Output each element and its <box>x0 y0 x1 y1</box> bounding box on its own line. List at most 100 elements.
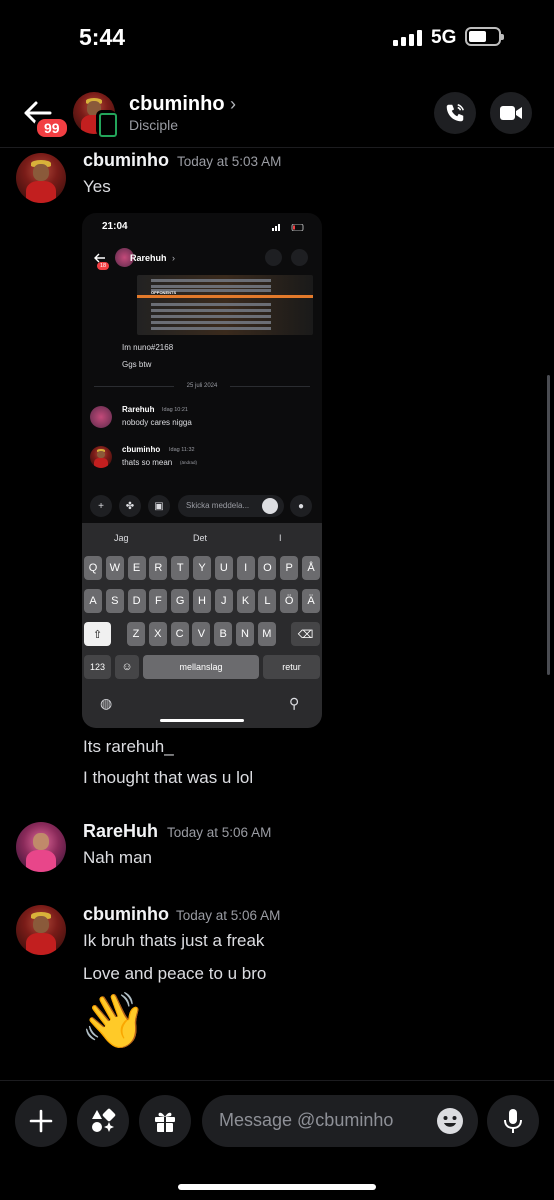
attachment-msg-edited: (ändrad) <box>180 460 198 465</box>
keyboard-key: S <box>105 589 124 613</box>
mobile-status-icon <box>96 110 117 137</box>
home-indicator[interactable] <box>178 1184 376 1190</box>
keyboard-key: O <box>258 556 277 580</box>
keyboard-delete-key: ⌫ <box>291 622 320 646</box>
message-composer: Message @cbuminho <box>0 1080 554 1200</box>
image-attachment[interactable]: 21:04 18 Rarehuh › OPPONENTS Im nuno#216… <box>82 213 322 728</box>
message-text: I thought that was u lol <box>83 768 254 787</box>
keyboard-key: U <box>214 556 233 580</box>
message-timestamp: Today at 5:03 AM <box>177 154 282 169</box>
game-scoreboard-image: OPPONENTS <box>137 275 313 335</box>
status-time: 5:44 <box>79 24 126 50</box>
chevron-right-icon[interactable]: › <box>230 94 236 115</box>
keyboard-key: G <box>171 589 190 613</box>
video-call-button[interactable] <box>490 92 532 134</box>
message-text: Nah man <box>83 848 152 867</box>
dm-header: 99 cbuminho › Disciple <box>0 80 554 148</box>
keyboard-key: N <box>236 622 254 646</box>
keyboard-key: J <box>214 589 233 613</box>
gift-icon <box>155 1112 175 1132</box>
keyboard-key: D <box>127 589 146 613</box>
message-author[interactable]: cbuminho <box>83 150 169 171</box>
keyboard-suggestion: I <box>279 533 282 543</box>
attachment-video-icon <box>291 249 308 266</box>
waving-hand-emoji: 👋 <box>80 991 148 1051</box>
avatar[interactable] <box>16 153 66 203</box>
keyboard-key: T <box>171 556 190 580</box>
keyboard-globe-icon: ◍ <box>100 695 113 711</box>
attachment-mic-icon: ● <box>290 495 312 517</box>
message-author[interactable]: RareHuh <box>83 821 158 842</box>
keyboard-key: Z <box>127 622 145 646</box>
message-text: Ik bruh thats just a freak <box>83 931 265 950</box>
message-input[interactable]: Message @cbuminho <box>202 1095 478 1147</box>
message-input-placeholder: Message @cbuminho <box>219 1110 394 1130</box>
keyboard-key: Ä <box>302 589 320 613</box>
dm-subtitle: Disciple <box>129 117 179 133</box>
apps-icon <box>92 1108 116 1132</box>
microphone-icon <box>504 1109 522 1133</box>
keyboard-space-key: mellanslag <box>143 655 259 679</box>
attachment-msg-time: Idag 11:32 <box>169 447 195 453</box>
keyboard-key: P <box>280 556 299 580</box>
keyboard-123-key: 123 <box>84 655 111 679</box>
apps-button[interactable] <box>77 1095 129 1147</box>
attachment-msg-text: nobody cares nigga <box>122 418 192 427</box>
attachment-home-indicator <box>160 719 244 722</box>
keyboard-key: R <box>149 556 168 580</box>
attachment-plus-icon: + <box>90 495 112 517</box>
attachment-msg-text: thats so mean <box>122 458 173 467</box>
attachment-gift-icon: ▣ <box>148 495 170 517</box>
attachment-unread-badge: 18 <box>97 262 110 270</box>
game-label: OPPONENTS <box>151 290 177 295</box>
keyboard-key: L <box>258 589 277 613</box>
attachment-avatar <box>90 446 112 468</box>
attachment-chevron: › <box>172 253 175 263</box>
video-camera-icon <box>500 106 522 120</box>
attachment-dm-name: Rarehuh <box>130 253 167 263</box>
keyboard-key: B <box>214 622 233 646</box>
attachment-msg-author: Rarehuh <box>122 405 155 414</box>
gift-button[interactable] <box>139 1095 191 1147</box>
keyboard-key: C <box>170 622 189 646</box>
voice-message-button[interactable] <box>487 1095 539 1147</box>
scrollbar[interactable] <box>547 375 550 675</box>
message-text: Yes <box>83 177 111 196</box>
keyboard-key: Q <box>84 556 102 580</box>
keyboard-key: I <box>236 556 255 580</box>
date-divider-line <box>230 386 310 387</box>
attachment-msg-author: cbuminho <box>122 445 161 454</box>
signal-icon <box>393 30 422 46</box>
emoji-icon[interactable] <box>436 1107 464 1135</box>
dm-name[interactable]: cbuminho <box>129 93 225 116</box>
status-bar: 5:44 5G <box>0 0 554 78</box>
attachment-text-line: Im nuno#2168 <box>122 343 174 352</box>
attachment-avatar <box>90 406 112 428</box>
unread-badge: 99 <box>34 116 70 140</box>
keyboard-key: Å <box>302 556 320 580</box>
keyboard-return-key: retur <box>263 655 320 679</box>
voice-call-button[interactable] <box>434 92 476 134</box>
avatar[interactable] <box>16 822 66 872</box>
keyboard-mic-icon: ⚲ <box>289 695 300 711</box>
attachment-apps-icon: ✤ <box>119 495 141 517</box>
phone-call-icon <box>446 104 464 122</box>
message-author[interactable]: cbuminho <box>83 904 169 925</box>
keyboard-shift-key: ⇧ <box>84 622 111 646</box>
keyboard-key: F <box>149 589 168 613</box>
keyboard-key: Y <box>193 556 211 580</box>
message-text: Love and peace to u bro <box>83 964 267 983</box>
keyboard-key: E <box>127 556 146 580</box>
message-timestamp: Today at 5:06 AM <box>176 908 281 923</box>
keyboard-key: H <box>193 589 211 613</box>
attach-button[interactable] <box>15 1095 67 1147</box>
attachment-emoji-icon <box>262 498 278 514</box>
keyboard-suggestion: Jag <box>114 533 129 543</box>
battery-icon <box>465 27 504 46</box>
network-type: 5G <box>431 27 457 48</box>
keyboard-key: Ö <box>280 589 299 613</box>
keyboard-image: Jag Det I QWERTYUIOPÅASDFGHJKLÖÄZXCVBNM … <box>82 523 322 728</box>
avatar[interactable] <box>16 905 66 955</box>
keyboard-key: A <box>84 589 102 613</box>
keyboard-key: K <box>236 589 255 613</box>
